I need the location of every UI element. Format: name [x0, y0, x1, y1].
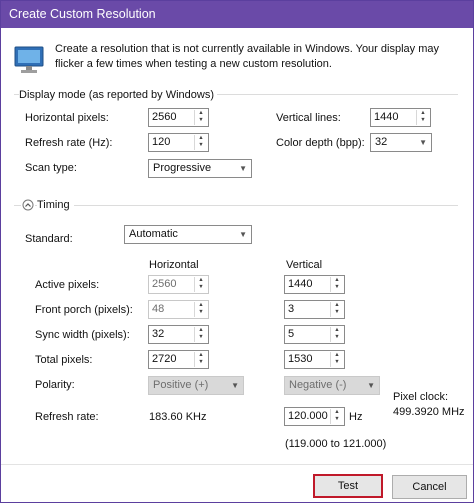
display-mode-legend: Display mode (as reported by Windows): [19, 89, 218, 102]
horizontal-column-header: Horizontal: [149, 259, 199, 271]
timing-refresh-label: Refresh rate:: [35, 411, 99, 423]
pixel-clock-value: 499.3920 MHz: [393, 406, 465, 418]
pixel-clock-label: Pixel clock:: [393, 391, 449, 403]
dialog-window: Create Custom Resolution Create a resolu…: [0, 0, 474, 503]
scan-type-value: Progressive: [153, 162, 212, 174]
refresh-unit: Hz: [349, 411, 363, 423]
standard-label: Standard:: [25, 233, 73, 245]
cancel-button[interactable]: Cancel: [392, 475, 467, 499]
intro-text: Create a resolution that is not currentl…: [55, 43, 439, 70]
spinner-arrows-icon[interactable]: ▲ ▼: [330, 409, 343, 424]
total-pixels-h-value: 2720: [152, 353, 177, 365]
scan-type-label: Scan type:: [25, 162, 77, 174]
spinner-arrows-icon[interactable]: ▲ ▼: [416, 110, 429, 125]
spinner-arrows-icon[interactable]: ▲ ▼: [194, 352, 207, 367]
horizontal-refresh-value: 183.60 KHz: [149, 411, 207, 423]
spinner-arrows-icon[interactable]: ▲ ▼: [194, 135, 207, 150]
chevron-down-icon: ▼: [367, 381, 375, 390]
front-porch-h-spinner[interactable]: 48 ▲ ▼: [148, 300, 209, 319]
vertical-lines-spinner[interactable]: 1440 ▲ ▼: [370, 108, 431, 127]
vertical-refresh-spinner[interactable]: 120.000 ▲ ▼: [284, 407, 345, 426]
front-porch-label: Front porch (pixels):: [35, 304, 133, 316]
active-pixels-h-value: 2560: [152, 278, 177, 290]
chevron-down-icon: ▼: [239, 230, 247, 239]
scan-type-dropdown[interactable]: Progressive ▼: [148, 159, 252, 178]
color-depth-value: 32: [375, 136, 388, 148]
sync-width-h-spinner[interactable]: 32 ▲ ▼: [148, 325, 209, 344]
spinner-arrows-icon[interactable]: ▲ ▼: [330, 352, 343, 367]
front-porch-v-value: 3: [288, 303, 295, 315]
timing-separator: [14, 205, 458, 206]
horizontal-pixels-spinner[interactable]: 2560 ▲ ▼: [148, 108, 209, 127]
monitor-icon: [14, 46, 44, 73]
polarity-h-dropdown[interactable]: Positive (+) ▼: [148, 376, 244, 395]
chevron-down-icon: ▼: [239, 164, 247, 173]
timing-legend: Timing: [37, 199, 74, 212]
sync-width-v-spinner[interactable]: 5 ▲ ▼: [284, 325, 345, 344]
spinner-arrows-icon[interactable]: ▲ ▼: [330, 327, 343, 342]
total-pixels-v-value: 1530: [288, 353, 313, 365]
standard-value: Automatic: [129, 228, 178, 240]
polarity-h-value: Positive (+): [153, 379, 209, 391]
active-pixels-v-spinner[interactable]: 1440 ▲ ▼: [284, 275, 345, 294]
chevron-down-icon: ▼: [419, 138, 427, 147]
front-porch-v-spinner[interactable]: 3 ▲ ▼: [284, 300, 345, 319]
polarity-v-dropdown[interactable]: Negative (-) ▼: [284, 376, 380, 395]
sync-width-h-value: 32: [152, 328, 165, 340]
refresh-rate-value: 120: [152, 136, 171, 148]
total-pixels-h-spinner[interactable]: 2720 ▲ ▼: [148, 350, 209, 369]
sync-width-v-value: 5: [288, 328, 295, 340]
sync-width-label: Sync width (pixels):: [35, 329, 130, 341]
color-depth-dropdown[interactable]: 32 ▼: [370, 133, 432, 152]
refresh-range: (119.000 to 121.000): [285, 438, 387, 450]
spinner-arrows-icon[interactable]: ▲ ▼: [194, 277, 207, 292]
footer-separator: [1, 464, 473, 465]
color-depth-label: Color depth (bpp):: [276, 137, 365, 149]
vertical-refresh-value: 120.000: [288, 410, 328, 422]
refresh-rate-spinner[interactable]: 120 ▲ ▼: [148, 133, 209, 152]
vertical-column-header: Vertical: [286, 259, 323, 271]
spinner-arrows-icon[interactable]: ▲ ▼: [194, 110, 207, 125]
polarity-label: Polarity:: [35, 379, 75, 391]
vertical-lines-label: Vertical lines:: [276, 112, 341, 124]
horizontal-pixels-value: 2560: [152, 111, 177, 123]
chevron-down-icon: ▼: [231, 381, 239, 390]
active-pixels-v-value: 1440: [288, 278, 313, 290]
refresh-rate-label: Refresh rate (Hz):: [25, 137, 113, 149]
spinner-arrows-icon[interactable]: ▲ ▼: [194, 302, 207, 317]
spinner-arrows-icon[interactable]: ▲ ▼: [330, 277, 343, 292]
total-pixels-v-spinner[interactable]: 1530 ▲ ▼: [284, 350, 345, 369]
spinner-arrows-icon[interactable]: ▲ ▼: [194, 327, 207, 342]
collapse-icon[interactable]: [21, 198, 35, 212]
spinner-arrows-icon[interactable]: ▲ ▼: [330, 302, 343, 317]
window-title: Create Custom Resolution: [1, 1, 473, 28]
polarity-v-value: Negative (-): [289, 379, 347, 391]
active-pixels-label: Active pixels:: [35, 279, 100, 291]
total-pixels-label: Total pixels:: [35, 354, 93, 366]
front-porch-h-value: 48: [152, 303, 165, 315]
active-pixels-h-spinner[interactable]: 2560 ▲ ▼: [148, 275, 209, 294]
test-button[interactable]: Test: [313, 474, 383, 498]
vertical-lines-value: 1440: [374, 111, 399, 123]
horizontal-pixels-label: Horizontal pixels:: [25, 112, 109, 124]
standard-dropdown[interactable]: Automatic ▼: [124, 225, 252, 244]
